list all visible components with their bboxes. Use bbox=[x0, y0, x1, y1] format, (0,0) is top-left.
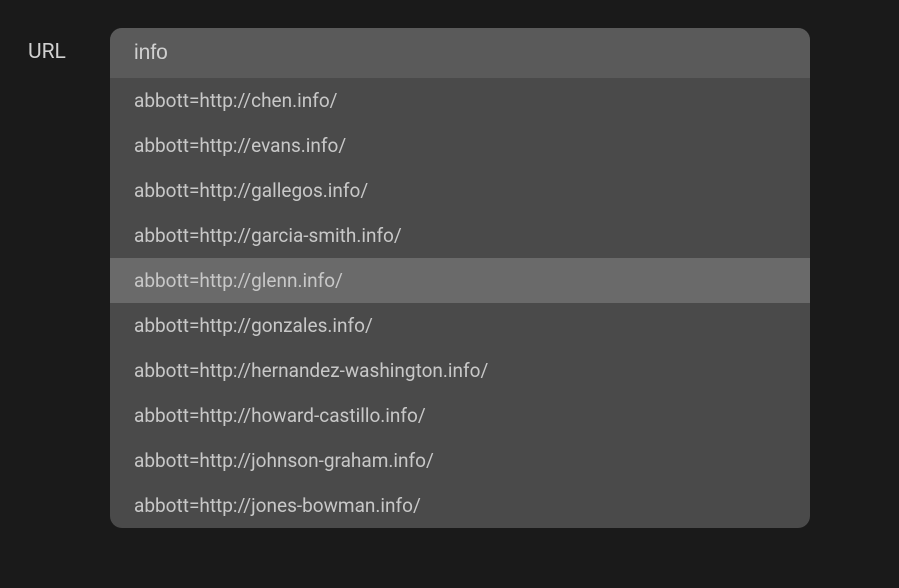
url-dropdown-option[interactable]: abbott=http://johnson-graham.info/ bbox=[110, 438, 810, 483]
url-dropdown-option[interactable]: abbott=http://howard-castillo.info/ bbox=[110, 393, 810, 438]
url-dropdown-option[interactable]: abbott=http://hernandez-washington.info/ bbox=[110, 348, 810, 393]
url-dropdown-option[interactable]: abbott=http://garcia-smith.info/ bbox=[110, 213, 810, 258]
url-dropdown-option[interactable]: abbott=http://glenn.info/ bbox=[110, 258, 810, 303]
url-field-container: URL abbott=http://chen.info/abbott=http:… bbox=[0, 0, 899, 528]
url-input[interactable] bbox=[110, 28, 810, 78]
url-dropdown-option[interactable]: abbott=http://evans.info/ bbox=[110, 123, 810, 168]
url-dropdown-option[interactable]: abbott=http://chen.info/ bbox=[110, 78, 810, 123]
url-dropdown-list: abbott=http://chen.info/abbott=http://ev… bbox=[110, 78, 810, 528]
url-dropdown-option[interactable]: abbott=http://gallegos.info/ bbox=[110, 168, 810, 213]
url-dropdown-option[interactable]: abbott=http://jones-bowman.info/ bbox=[110, 483, 810, 528]
url-dropdown: abbott=http://chen.info/abbott=http://ev… bbox=[110, 28, 810, 528]
url-label: URL bbox=[28, 28, 110, 528]
url-dropdown-option[interactable]: abbott=http://gonzales.info/ bbox=[110, 303, 810, 348]
